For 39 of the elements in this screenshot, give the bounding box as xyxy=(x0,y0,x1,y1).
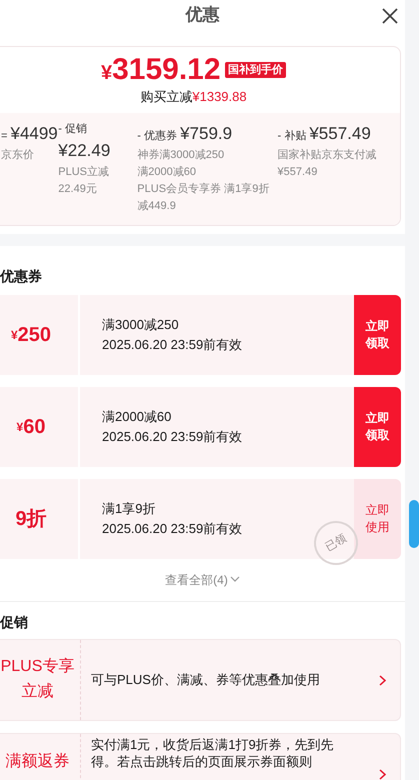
price-tag: 国补到手价 xyxy=(225,62,286,78)
chevron-right-icon xyxy=(378,674,386,686)
promo-label: 满额返券 xyxy=(0,734,81,780)
breakdown-note: 神券满3000减250 xyxy=(137,148,226,163)
coupon-button[interactable]: 立即领取 xyxy=(354,295,401,376)
promo-label: PLUS专享立减 xyxy=(0,640,81,720)
promo-card[interactable]: PLUS专享立减 可与PLUS价、满减、券等优惠叠加使用 xyxy=(0,639,401,722)
close-icon xyxy=(381,6,399,25)
chevron-down-icon xyxy=(230,576,240,582)
coupon-validity: 2025.06.20 23:59前有效 xyxy=(102,520,244,538)
promo-text: 可与PLUS价、满减、券等优惠叠加使用 xyxy=(90,670,321,689)
promo-card[interactable]: 满额返券 实付满1元，收货后返满1打9折券，先到先得。若点击跳转后的页面展示券面额则 xyxy=(0,733,401,780)
coupon-button[interactable]: 立即领取 xyxy=(354,387,401,468)
final-price: ¥3159.12 xyxy=(100,53,221,86)
promo-text: 实付满1元，收货后返满1打9折券，先到先得。若点击跳转后的页面展示券面额则 xyxy=(90,736,335,771)
breakdown-note: 满2000减60 xyxy=(137,164,198,180)
breakdown-heading: - 补贴 ¥557.49 xyxy=(278,122,372,144)
breakdown-note: 京东价 xyxy=(1,148,35,163)
scrollbar-thumb[interactable] xyxy=(409,500,419,548)
coupon-amount: ¥60 xyxy=(0,387,80,468)
coupon-validity: 2025.06.20 23:59前有效 xyxy=(102,428,244,446)
breakdown-note: PLUS会员专享券 满1享9折减449.9 xyxy=(137,182,270,214)
coupon-amount: 9折 xyxy=(0,479,80,560)
chevron-right-icon xyxy=(378,768,386,780)
breakdown-heading: = ¥4499 xyxy=(1,122,58,144)
breakdown-note: 22.49元 xyxy=(58,182,98,197)
coupon-title: 满1享9折 xyxy=(102,500,156,518)
breakdown-heading: - 促销 ¥22.49 xyxy=(58,122,112,162)
coupon-amount: ¥250 xyxy=(0,295,80,376)
coupon-title: 满2000减60 xyxy=(102,408,172,426)
coupon-title: 满3000减250 xyxy=(102,316,180,334)
coupon-validity: 2025.06.20 23:59前有效 xyxy=(102,336,244,354)
coupon-button[interactable]: 立即使用 xyxy=(354,479,401,560)
view-all-link[interactable]: 查看全部(4) xyxy=(165,571,240,590)
breakdown-heading: - 优惠券 ¥759.9 xyxy=(137,122,234,144)
panel-title: 优惠 xyxy=(186,4,220,26)
saving-text: 购买立减¥1339.88 xyxy=(139,88,248,106)
breakdown-note: 国家补贴京东支付减¥557.49 xyxy=(278,148,378,180)
breakdown-note: PLUS立减 xyxy=(58,164,110,180)
